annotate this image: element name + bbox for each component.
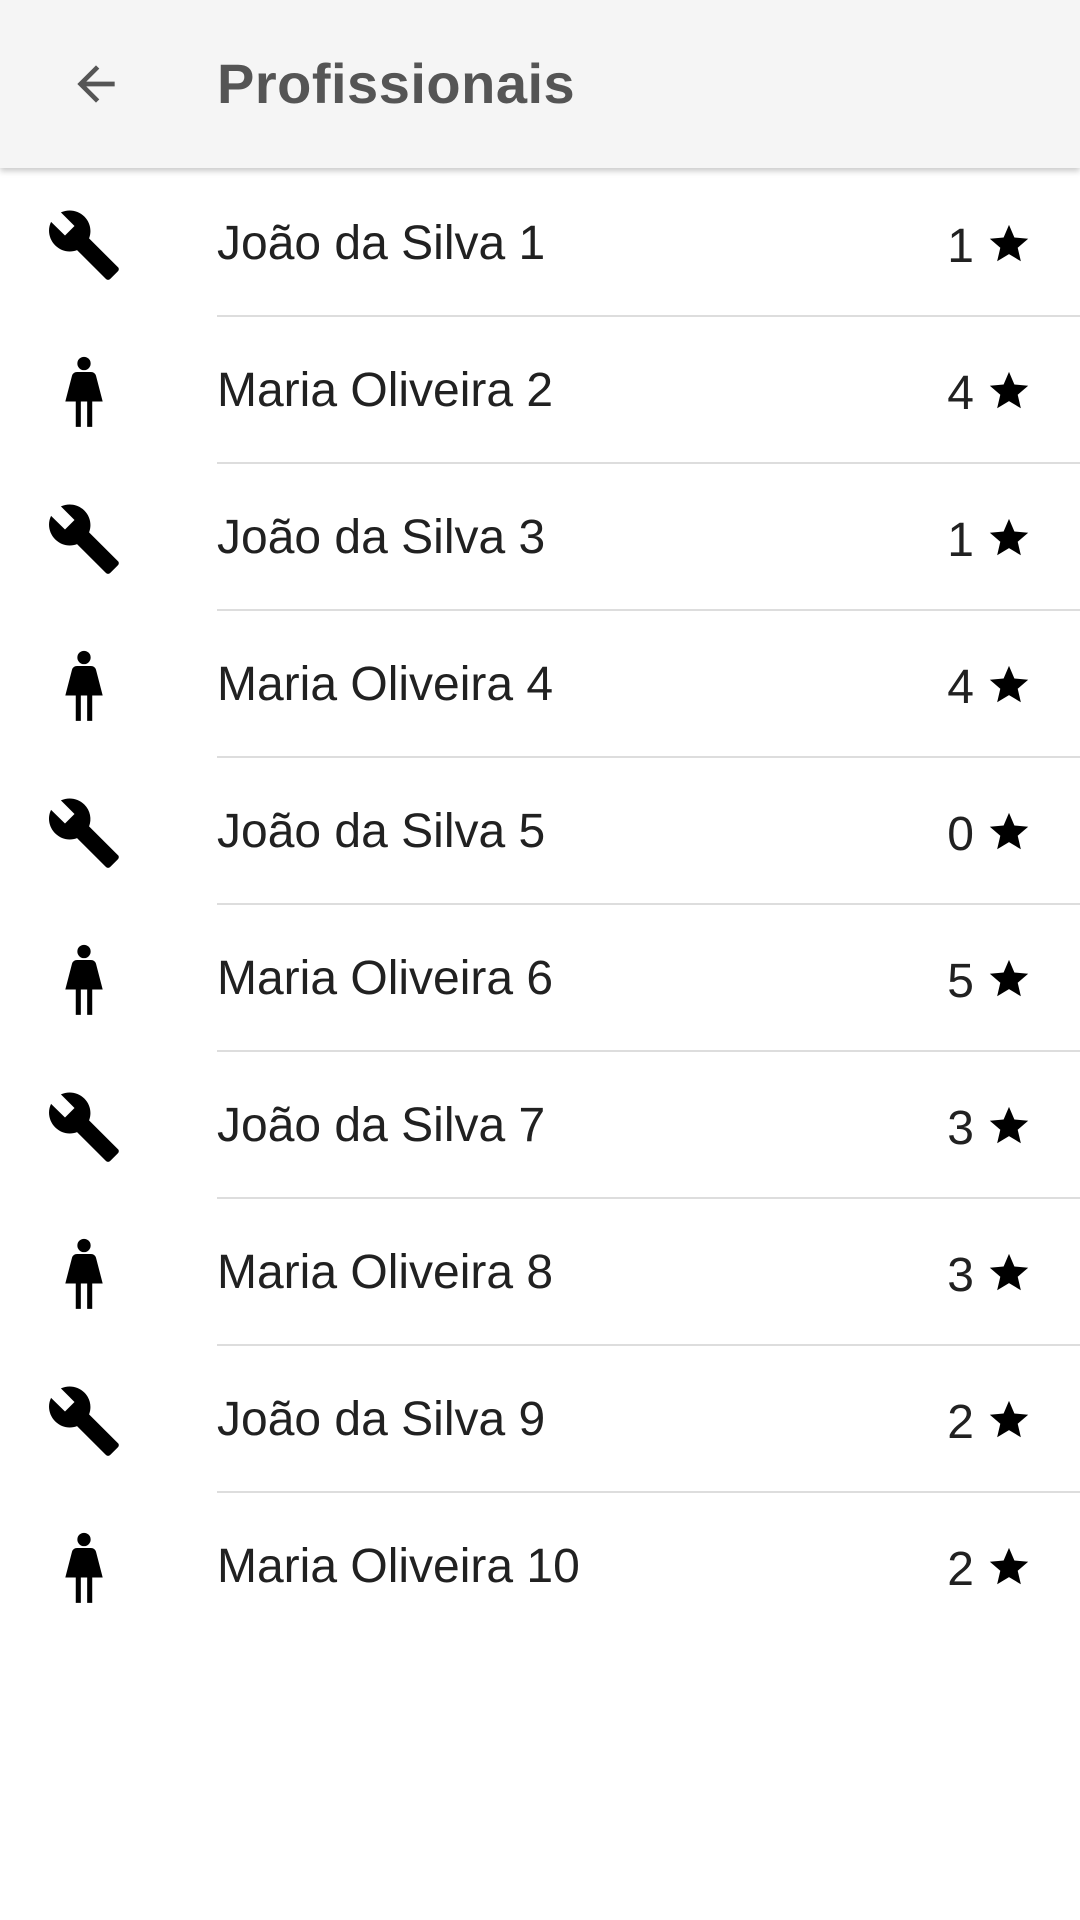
back-button[interactable] — [52, 40, 140, 128]
woman-icon — [46, 648, 122, 724]
professional-name: João da Silva 1 — [217, 217, 546, 270]
star-icon — [986, 956, 1032, 1002]
list-item[interactable]: João da Silva 3 1 — [0, 464, 1080, 611]
woman-icon — [46, 942, 122, 1018]
list-item[interactable]: João da Silva 9 2 — [0, 1346, 1080, 1493]
professional-name: João da Silva 3 — [217, 511, 546, 564]
list-item[interactable]: João da Silva 1 1 — [0, 170, 1080, 317]
wrench-icon — [46, 207, 122, 283]
rating-value: 0 — [947, 808, 974, 861]
rating: 3 — [947, 1096, 1032, 1156]
professionals-list: João da Silva 1 1 Maria Oliveira 2 4 João … — [0, 170, 1080, 1640]
professional-name: João da Silva 5 — [217, 805, 546, 858]
rating: 0 — [947, 802, 1032, 862]
list-item[interactable]: Maria Oliveira 6 5 — [0, 905, 1080, 1052]
wrench-icon — [46, 1383, 122, 1459]
star-icon — [986, 1250, 1032, 1296]
app-bar: Profissionais — [0, 0, 1080, 168]
rating: 3 — [947, 1243, 1032, 1303]
professional-name: Maria Oliveira 8 — [217, 1246, 554, 1299]
star-icon — [986, 1544, 1032, 1590]
arrow-back-icon — [77, 65, 115, 103]
star-icon — [986, 515, 1032, 561]
rating-value: 1 — [947, 514, 974, 567]
wrench-icon — [46, 795, 122, 871]
woman-icon — [46, 1236, 122, 1312]
rating-value: 4 — [947, 661, 974, 714]
rating: 5 — [947, 949, 1032, 1009]
rating-value: 2 — [947, 1396, 974, 1449]
professional-name: Maria Oliveira 4 — [217, 658, 554, 711]
page-title: Profissionais — [217, 52, 576, 115]
professional-name: João da Silva 7 — [217, 1099, 546, 1152]
rating: 4 — [947, 361, 1032, 421]
list-item[interactable]: João da Silva 5 0 — [0, 758, 1080, 905]
professional-name: Maria Oliveira 10 — [217, 1540, 580, 1593]
rating-value: 5 — [947, 955, 974, 1008]
woman-icon — [46, 354, 122, 430]
rating: 2 — [947, 1390, 1032, 1450]
wrench-icon — [46, 1089, 122, 1165]
professional-name: João da Silva 9 — [217, 1393, 546, 1446]
list-item[interactable]: Maria Oliveira 2 4 — [0, 317, 1080, 464]
star-icon — [986, 662, 1032, 708]
rating: 4 — [947, 655, 1032, 715]
rating: 2 — [947, 1537, 1032, 1597]
rating: 1 — [947, 508, 1032, 568]
star-icon — [986, 221, 1032, 267]
rating-value: 4 — [947, 367, 974, 420]
list-item[interactable]: Maria Oliveira 10 2 — [0, 1493, 1080, 1640]
list-item[interactable]: Maria Oliveira 8 3 — [0, 1199, 1080, 1346]
woman-icon — [46, 1530, 122, 1606]
list-item[interactable]: Maria Oliveira 4 4 — [0, 611, 1080, 758]
rating-value: 2 — [947, 1543, 974, 1596]
list-item[interactable]: João da Silva 7 3 — [0, 1052, 1080, 1199]
star-icon — [986, 1103, 1032, 1149]
star-icon — [986, 368, 1032, 414]
rating-value: 1 — [947, 220, 974, 273]
star-icon — [986, 809, 1032, 855]
wrench-icon — [46, 501, 122, 577]
rating-value: 3 — [947, 1249, 974, 1302]
professional-name: Maria Oliveira 2 — [217, 364, 554, 417]
rating: 1 — [947, 214, 1032, 274]
star-icon — [986, 1397, 1032, 1443]
rating-value: 3 — [947, 1102, 974, 1155]
professional-name: Maria Oliveira 6 — [217, 952, 554, 1005]
